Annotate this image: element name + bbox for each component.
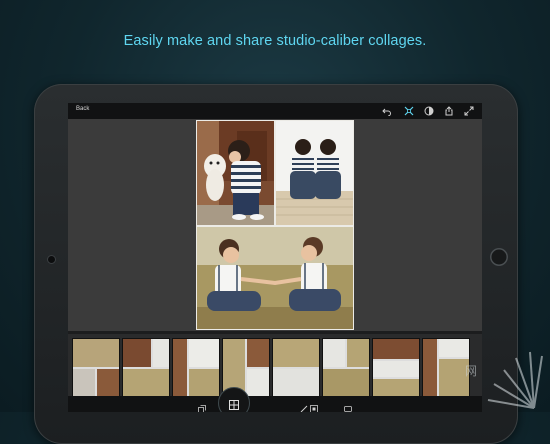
- share-icon[interactable]: [444, 106, 454, 116]
- front-camera: [48, 256, 55, 263]
- photo-two-boys-in-field[interactable]: [197, 227, 353, 329]
- border-icon[interactable]: [310, 400, 318, 412]
- layout-thumbnail[interactable]: [422, 338, 470, 398]
- layout-grid-icon[interactable]: [404, 106, 414, 116]
- bottom-toolbar: [68, 387, 482, 412]
- layout-tray: [68, 334, 482, 398]
- layout-thumbnail[interactable]: [372, 338, 420, 398]
- editing-canvas: [68, 119, 482, 331]
- marketing-headline: Easily make and share studio-caliber col…: [123, 33, 427, 49]
- back-button[interactable]: Back: [76, 106, 89, 112]
- top-toolbar: Back: [68, 103, 482, 119]
- layout-thumbnail[interactable]: [322, 338, 370, 398]
- frame-icon[interactable]: [344, 400, 352, 412]
- app-screen: Back: [68, 103, 482, 412]
- layout-thumbnail[interactable]: [72, 338, 120, 398]
- home-button[interactable]: [490, 248, 508, 266]
- collage-preview[interactable]: [196, 120, 354, 330]
- undo-icon[interactable]: [382, 106, 392, 116]
- brush-icon[interactable]: [300, 400, 308, 412]
- layout-tab-active[interactable]: [218, 387, 250, 412]
- layout-thumbnail[interactable]: [122, 338, 170, 398]
- layout-icon: [229, 397, 239, 410]
- layout-thumbnail[interactable]: [172, 338, 220, 398]
- layout-thumbnail[interactable]: [272, 338, 320, 398]
- photo-two-boys-on-deck[interactable]: [276, 121, 353, 225]
- photo-boy-with-dog[interactable]: [197, 121, 274, 225]
- fullscreen-icon[interactable]: [464, 106, 474, 116]
- watermark-text: 网: [465, 364, 478, 378]
- photos-icon[interactable]: [198, 400, 206, 412]
- color-theme-icon[interactable]: [424, 106, 434, 116]
